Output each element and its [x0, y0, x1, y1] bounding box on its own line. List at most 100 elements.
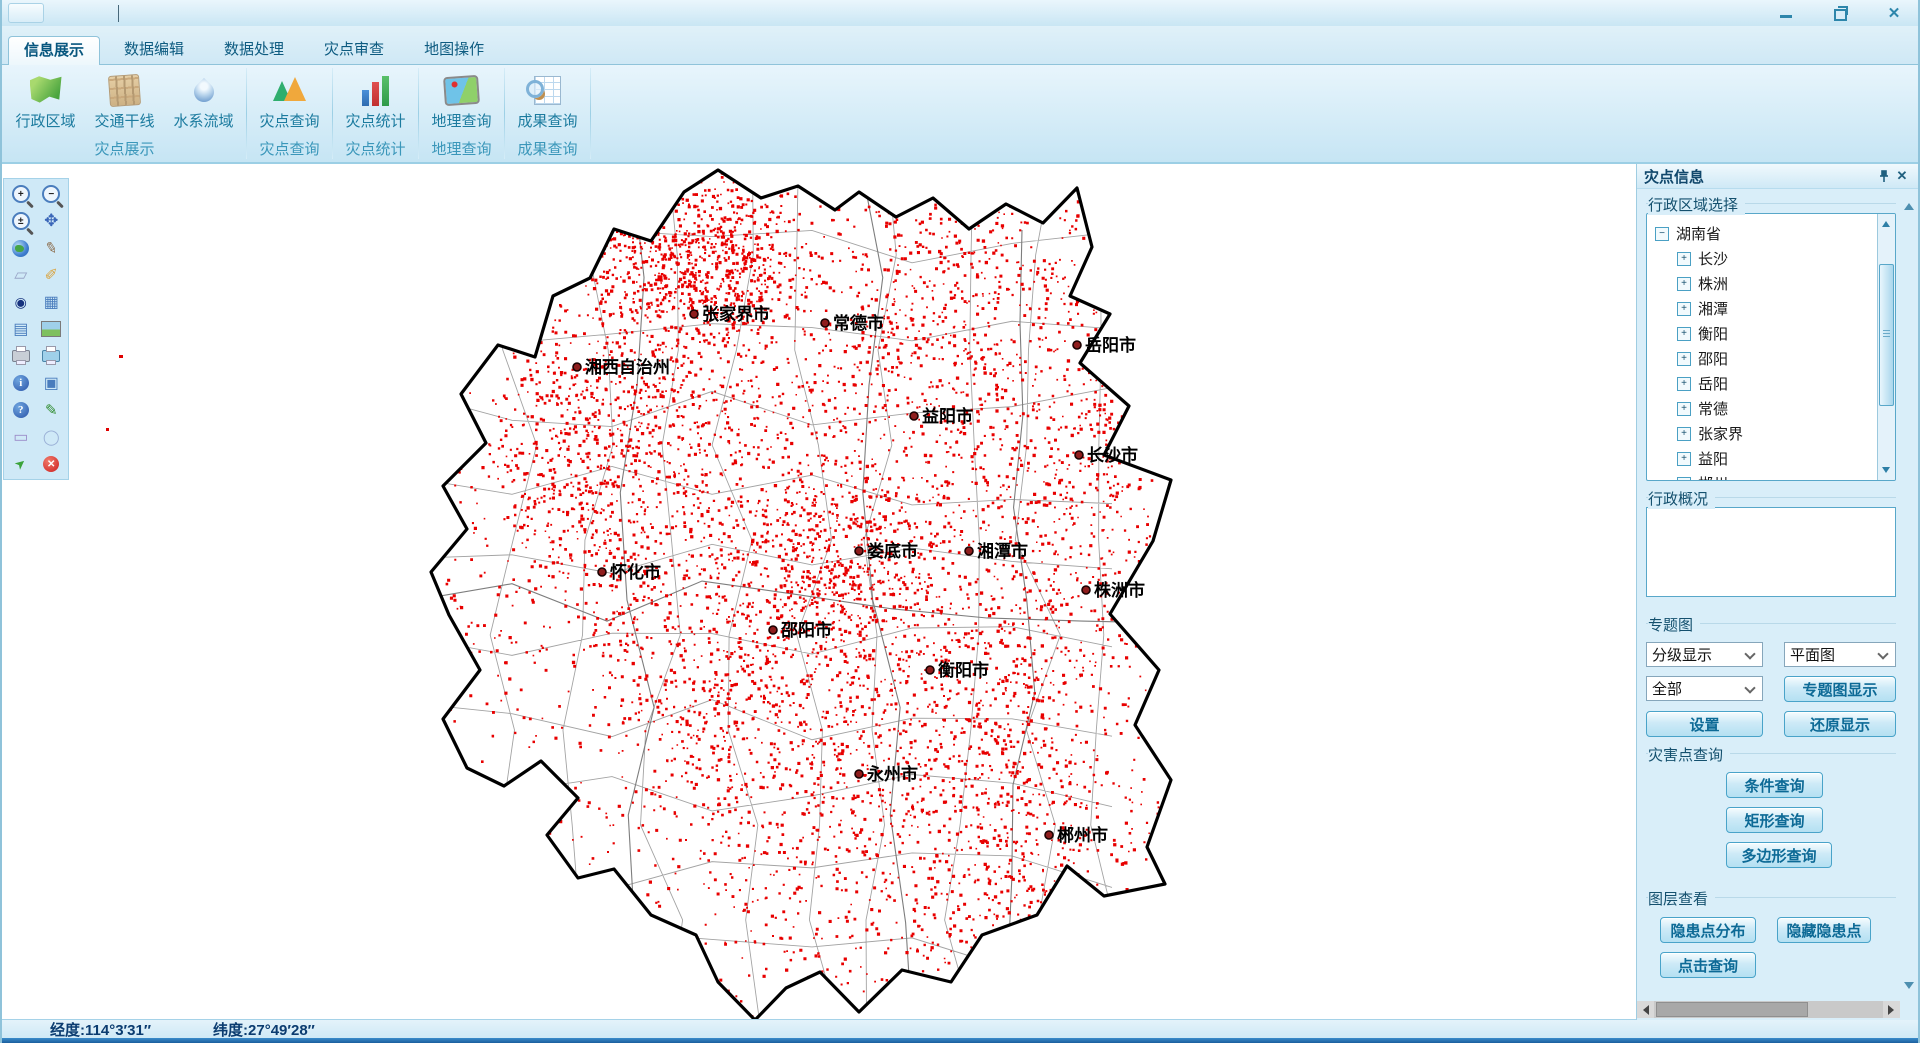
panel-scroll-down[interactable]: [1904, 982, 1914, 994]
ribbon-button-table-search[interactable]: 成果查询: [508, 67, 587, 140]
hscroll-thumb[interactable]: [1656, 1002, 1808, 1017]
stray-disaster-dot: [106, 428, 109, 431]
measure-tool[interactable]: ✎: [38, 398, 66, 422]
hide-hazard-button[interactable]: 隐藏隐患点: [1777, 917, 1871, 943]
attribute-table-tool[interactable]: ▦: [38, 290, 66, 314]
condition-query-button[interactable]: 条件查询: [1726, 772, 1823, 798]
expand-box-icon[interactable]: +: [1677, 302, 1691, 316]
tree-node[interactable]: +长沙: [1677, 246, 1877, 271]
zoom-extent-tool[interactable]: ±: [7, 209, 35, 233]
tree-node[interactable]: +湘潭: [1677, 296, 1877, 321]
click-query-button[interactable]: 点击查询: [1660, 952, 1756, 978]
ribbon-button-road-map[interactable]: 交通干线: [85, 67, 164, 140]
layer-view-label: 图层查看: [1648, 888, 1715, 909]
panel-horizontal-scrollbar[interactable]: [1637, 1001, 1900, 1018]
ribbon-button-mountain-search[interactable]: 灾点查询: [250, 67, 329, 140]
draw-line-tool[interactable]: ✎: [38, 236, 66, 260]
zoom-in-tool[interactable]: +: [7, 182, 35, 206]
tree-node[interactable]: +株洲: [1677, 271, 1877, 296]
tab-data-edit[interactable]: 数据编辑: [108, 35, 200, 64]
delete-tool[interactable]: ✕: [38, 452, 66, 476]
tab-disaster-review[interactable]: 灾点审查: [308, 35, 400, 64]
print-tool[interactable]: [7, 344, 35, 368]
scope-value: 全部: [1652, 678, 1682, 699]
draw-polygon-tool[interactable]: ▱: [7, 263, 35, 287]
close-button[interactable]: ✕: [1882, 3, 1906, 23]
road-map-icon: [108, 73, 141, 106]
collapse-box-icon[interactable]: −: [1655, 227, 1669, 241]
image-view-tool[interactable]: [38, 317, 66, 341]
tree-scrollbar[interactable]: [1877, 214, 1895, 480]
map-canvas[interactable]: +−±✥✎▱✐◉▦▤i▣?✎▭◯➤✕ 张家界市常德市岳阳市湘西自治州益阳市长沙市…: [0, 164, 1920, 1020]
ribbon-button-water-drop[interactable]: 水系流域: [164, 67, 243, 140]
zoom-out-tool[interactable]: −: [38, 182, 66, 206]
full-extent-globe-tool[interactable]: [7, 236, 35, 260]
level-display-select[interactable]: 分级显示: [1646, 642, 1763, 667]
tab-bar: 信息展示数据编辑数据处理灾点审查地图操作: [0, 26, 1920, 65]
expand-box-icon[interactable]: +: [1677, 327, 1691, 341]
help-tool[interactable]: ?: [7, 398, 35, 422]
full-extent-globe-icon: [12, 240, 29, 257]
tree-node[interactable]: + 岳阳: [1677, 371, 1877, 396]
tree-scroll-down[interactable]: [1878, 463, 1894, 479]
ribbon-button-map-search[interactable]: 地理查询: [422, 67, 501, 140]
rectangle-select-tool[interactable]: ▭: [7, 425, 35, 449]
layer-view-row1: 隐患点分布 隐藏隐患点: [1646, 917, 1896, 943]
expand-box-icon[interactable]: +: [1677, 427, 1691, 441]
panel-close-icon[interactable]: ✕: [1893, 168, 1911, 184]
expand-box-icon[interactable]: +: [1677, 452, 1691, 466]
scope-select[interactable]: 全部: [1646, 676, 1763, 701]
city-marker-icon: [1073, 341, 1081, 349]
visibility-eye-tool[interactable]: ◉: [7, 290, 35, 314]
zoom-extent-icon: ±: [12, 212, 30, 230]
tab-data-process[interactable]: 数据处理: [208, 35, 300, 64]
overview-textarea[interactable]: [1646, 507, 1896, 597]
quick-access-toolbar[interactable]: [8, 3, 44, 23]
tree-node-root[interactable]: −湖南省: [1655, 221, 1877, 246]
ribbon-button-bar-chart[interactable]: 灾点统计: [336, 67, 415, 140]
restore-button[interactable]: [1828, 3, 1852, 23]
tab-map-operate[interactable]: 地图操作: [408, 35, 500, 64]
rectangle-query-button[interactable]: 矩形查询: [1726, 807, 1823, 833]
tree-node-label: 岳阳: [1698, 373, 1728, 394]
pointer-select-tool[interactable]: ➤: [7, 452, 35, 476]
info-tool[interactable]: i: [7, 371, 35, 395]
tree-scroll-thumb[interactable]: [1879, 264, 1894, 406]
tree-scroll-up[interactable]: [1878, 215, 1894, 231]
pan-hand-tool[interactable]: ✥: [38, 209, 66, 233]
restore-display-button[interactable]: 还原显示: [1784, 711, 1896, 737]
window-tool[interactable]: ▣: [38, 371, 66, 395]
pin-icon[interactable]: [1875, 170, 1893, 183]
expand-box-icon[interactable]: +: [1677, 352, 1691, 366]
hunan-map[interactable]: 张家界市常德市岳阳市湘西自治州益阳市长沙市娄底市湘潭市株洲市怀化市邵阳市衡阳市永…: [420, 168, 1194, 1020]
panel-scroll-up[interactable]: [1904, 198, 1914, 210]
expand-box-icon[interactable]: +: [1677, 477, 1691, 481]
tree-node[interactable]: +郴州: [1677, 471, 1877, 480]
hscroll-left-arrow[interactable]: [1637, 1001, 1654, 1018]
map-type-select[interactable]: 平面图: [1784, 642, 1896, 667]
eraser-tool[interactable]: ✐: [38, 263, 66, 287]
minimize-button[interactable]: [1774, 3, 1798, 23]
polygon-query-button[interactable]: 多边形查询: [1726, 842, 1832, 868]
expand-box-icon[interactable]: +: [1677, 377, 1691, 391]
info-icon: i: [13, 375, 29, 391]
ribbon-button-region-map[interactable]: 行政区域: [6, 67, 85, 140]
form-window-tool[interactable]: ▤: [7, 317, 35, 341]
hazard-distribution-button[interactable]: 隐患点分布: [1660, 917, 1756, 943]
tree-node[interactable]: + 常德: [1677, 396, 1877, 421]
tree-node[interactable]: +邵阳: [1677, 346, 1877, 371]
tree-node[interactable]: +张家界: [1677, 421, 1877, 446]
tree-node[interactable]: +衡阳: [1677, 321, 1877, 346]
hscroll-right-arrow[interactable]: [1883, 1001, 1900, 1018]
settings-button[interactable]: 设置: [1646, 711, 1763, 737]
print-preview-tool[interactable]: [38, 344, 66, 368]
tree-node-label: 常德: [1698, 398, 1728, 419]
thematic-show-button[interactable]: 专题图显示: [1784, 676, 1896, 702]
expand-box-icon[interactable]: +: [1677, 402, 1691, 416]
city-label: 常德市: [833, 313, 884, 333]
tab-info-display[interactable]: 信息展示: [8, 36, 100, 65]
ellipse-select-tool[interactable]: ◯: [38, 425, 66, 449]
expand-box-icon[interactable]: +: [1677, 277, 1691, 291]
expand-box-icon[interactable]: +: [1677, 252, 1691, 266]
tree-node[interactable]: +益阳: [1677, 446, 1877, 471]
